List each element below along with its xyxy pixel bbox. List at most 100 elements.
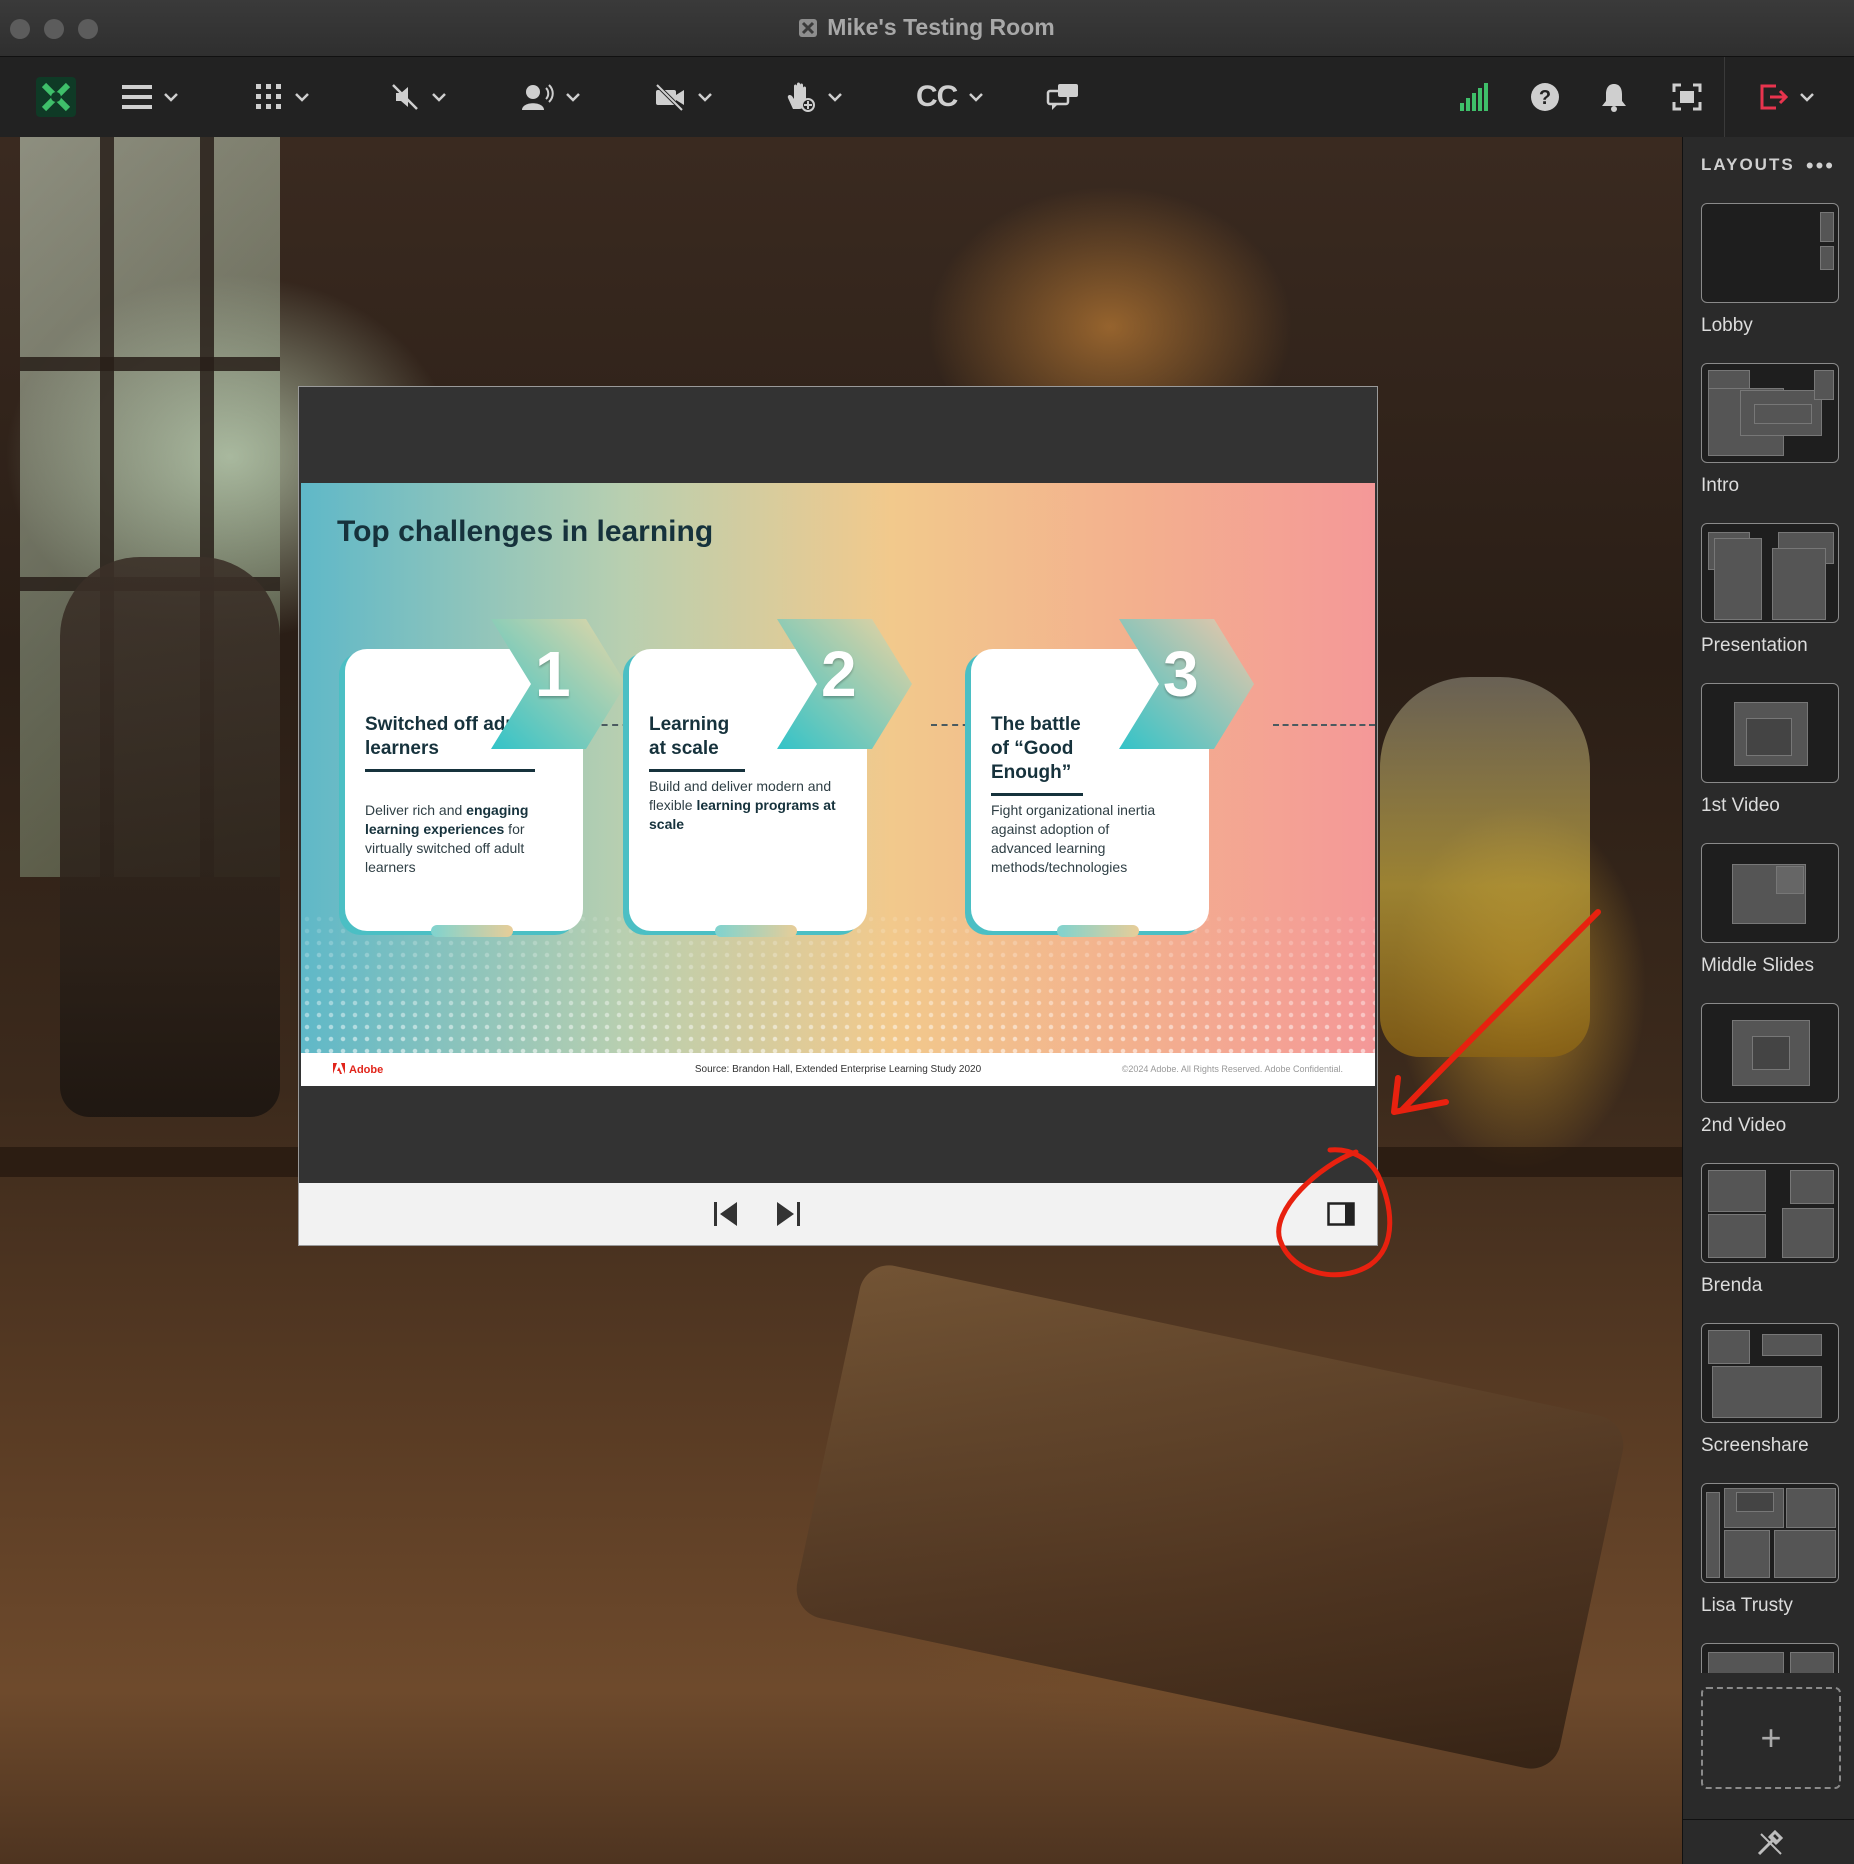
menu-dropdown[interactable] <box>122 57 180 137</box>
exit-icon <box>1760 84 1788 110</box>
card-number: 2 <box>821 638 857 710</box>
toolbar-divider <box>1724 57 1725 137</box>
toggle-sidebar-button[interactable] <box>1327 1201 1357 1232</box>
next-slide-button[interactable] <box>775 1199 801 1234</box>
layout-item-lobby[interactable]: Lobby <box>1701 203 1839 337</box>
connector-line <box>1273 724 1375 726</box>
background-statue <box>60 557 280 1117</box>
layout-thumbnail <box>1701 1323 1839 1423</box>
closed-captions-icon: CC <box>916 80 958 113</box>
raise-hand-dropdown[interactable] <box>784 57 844 137</box>
layout-thumbnail <box>1701 203 1839 303</box>
edit-tools-icon[interactable] <box>1755 1828 1785 1858</box>
pod-control-bar <box>299 1183 1377 1245</box>
app-glyph-icon <box>799 19 818 37</box>
fullscreen-icon <box>1672 83 1702 111</box>
previous-slide-button[interactable] <box>713 1199 739 1234</box>
meeting-toolbar: CC ? <box>0 57 1854 138</box>
background-book <box>791 1259 1629 1775</box>
window-title: Mike's Testing Room <box>827 14 1055 40</box>
chevron-down-icon <box>164 93 178 102</box>
layout-thumbnail <box>1701 363 1839 463</box>
layout-label: Brenda <box>1701 1275 1763 1296</box>
layout-item-brenda[interactable]: Brenda <box>1701 1163 1839 1297</box>
layout-label: Lisa Trusty <box>1701 1595 1793 1616</box>
layout-thumbnail <box>1701 1483 1839 1583</box>
chat-bubbles-icon <box>1046 84 1078 110</box>
card-title: Learning at scale <box>649 713 745 772</box>
help-button[interactable]: ? <box>1530 57 1560 137</box>
card-accent-bar <box>1057 925 1139 937</box>
background-bottle <box>1380 677 1590 1057</box>
apps-dropdown[interactable] <box>255 57 311 137</box>
background-window-transom <box>20 357 280 371</box>
skip-next-icon <box>777 1202 800 1226</box>
skip-previous-icon <box>714 1202 737 1226</box>
chevron-down-icon <box>295 93 309 102</box>
layout-item-screenshare[interactable]: Screenshare <box>1701 1323 1839 1457</box>
layouts-header: LAYOUTS <box>1701 155 1795 174</box>
exit-dropdown[interactable] <box>1758 57 1816 137</box>
add-layout-button[interactable]: + <box>1701 1687 1841 1789</box>
presentation-slide: Top challenges in learning Switched off … <box>301 483 1375 1086</box>
menu-icon <box>122 85 152 109</box>
closed-captions-dropdown[interactable]: CC <box>916 57 985 137</box>
card-body: Build and deliver modern and flexible le… <box>649 778 836 832</box>
notifications-button[interactable] <box>1600 57 1628 137</box>
presentation-pod: Top challenges in learning Switched off … <box>298 386 1378 1246</box>
microphone-icon <box>522 84 554 110</box>
microphone-dropdown[interactable] <box>520 57 582 137</box>
layout-item-presentation[interactable]: Presentation <box>1701 523 1839 657</box>
layout-thumbnail <box>1701 1003 1839 1103</box>
slide-copyright: ©2024 Adobe. All Rights Reserved. Adobe … <box>1121 1064 1343 1074</box>
chat-button[interactable] <box>1046 57 1080 137</box>
speaker-dropdown[interactable] <box>390 57 448 137</box>
svg-text:?: ? <box>1539 87 1551 109</box>
app-logo-icon <box>36 77 76 117</box>
layout-label: Lobby <box>1701 315 1753 336</box>
chevron-down-icon <box>828 93 842 102</box>
layout-thumbnail <box>1701 523 1839 623</box>
card-accent-bar <box>715 925 797 937</box>
layout-label: Screenshare <box>1701 1435 1809 1456</box>
camera-dropdown[interactable] <box>654 57 714 137</box>
raise-hand-icon <box>787 82 815 112</box>
slide-footer: Adobe Source: Brandon Hall, Extended Ent… <box>301 1053 1375 1086</box>
layout-label: Presentation <box>1701 635 1808 656</box>
apps-grid-icon <box>256 84 281 109</box>
layout-thumbnail <box>1701 1163 1839 1263</box>
card-title: The battle of “Good Enough” <box>991 713 1083 796</box>
layout-item-lisa-trusty[interactable]: Lisa Trusty <box>1701 1483 1839 1617</box>
camera-off-icon <box>655 83 684 111</box>
notification-bell-icon <box>1602 84 1626 112</box>
chevron-down-icon <box>432 93 446 102</box>
card-number: 3 <box>1163 638 1199 710</box>
chevron-down-icon <box>698 93 712 102</box>
layout-thumbnail <box>1701 843 1839 943</box>
layout-thumbnail <box>1701 683 1839 783</box>
layouts-more-button[interactable]: ••• <box>1806 153 1835 179</box>
layouts-panel: LAYOUTS ••• Lobby Intro Presentation 1st… <box>1682 137 1854 1864</box>
layout-item-1st-video[interactable]: 1st Video <box>1701 683 1839 817</box>
sidebar-toggle-icon <box>1327 1202 1355 1226</box>
layout-thumbnail <box>1701 1643 1839 1673</box>
layout-item-middle-slides[interactable]: Middle Slides <box>1701 843 1839 977</box>
fullscreen-button[interactable] <box>1672 57 1702 137</box>
help-icon: ? <box>1531 83 1559 111</box>
layout-label: 2nd Video <box>1701 1115 1787 1136</box>
layout-label: Intro <box>1701 475 1740 496</box>
signal-strength-icon <box>1460 83 1488 111</box>
card-number: 1 <box>535 638 571 710</box>
layout-item-partial[interactable] <box>1701 1643 1839 1673</box>
layout-item-intro[interactable]: Intro <box>1701 363 1839 497</box>
chevron-down-icon <box>969 93 984 102</box>
speaker-muted-icon <box>392 84 418 110</box>
layout-item-2nd-video[interactable]: 2nd Video <box>1701 1003 1839 1137</box>
panel-footer <box>1683 1819 1854 1864</box>
card-body: Deliver rich and engaging learning exper… <box>365 802 529 875</box>
slide-title: Top challenges in learning <box>337 515 714 548</box>
connection-status-button[interactable] <box>1460 57 1490 137</box>
app-logo-button[interactable] <box>36 57 76 137</box>
chevron-down-icon <box>1800 93 1814 102</box>
layout-label: 1st Video <box>1701 795 1780 816</box>
